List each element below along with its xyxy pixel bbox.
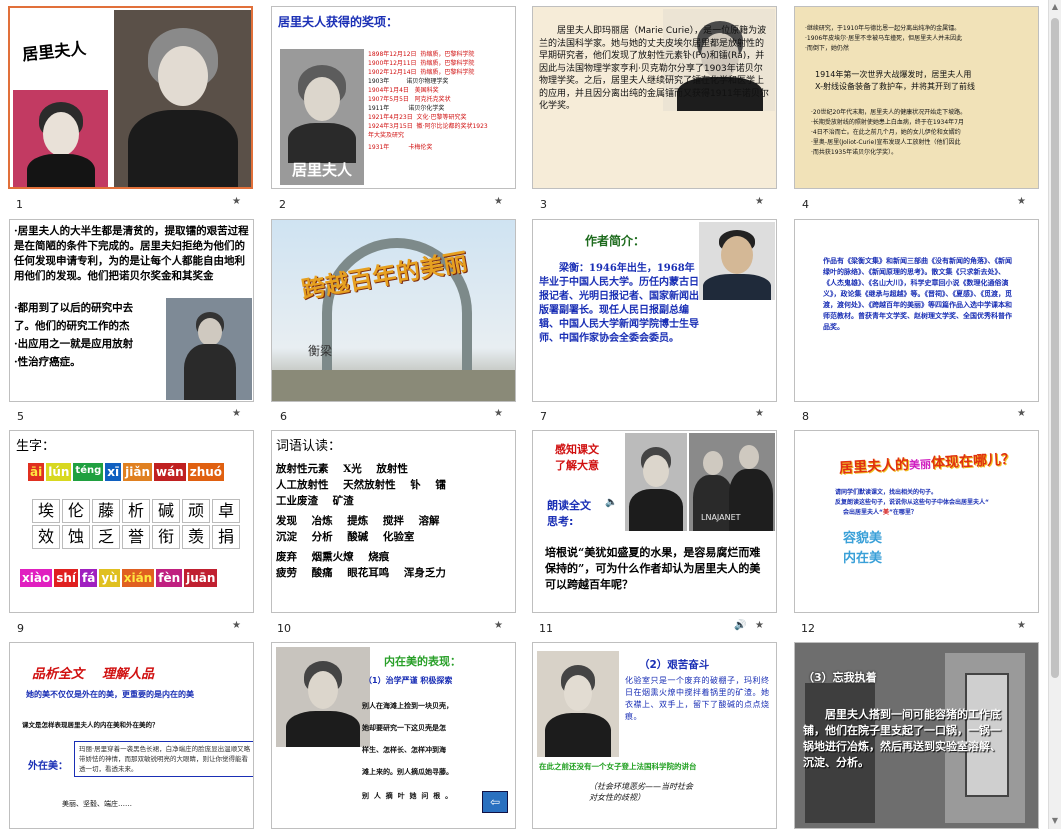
star-icon[interactable]: ★ [494, 620, 503, 631]
slide-title: 内在美的表现： [384, 655, 461, 668]
portrait-photo [114, 10, 251, 187]
slide-number: 4 [802, 198, 809, 211]
slide-title: 品析全文 理解人品 [32, 667, 155, 682]
family-photo: LNAJANET [689, 433, 775, 531]
slide-thumbnail-11[interactable]: 感知课文 了解大意 朗读全文 🔈 思考: LNAJANET 培根说“美犹如盛夏的… [532, 430, 777, 613]
slide-body-text: ·居里夫人的大半生都是清贫的，提取镭的艰苦过程是在简陋的条件下完成的。居里夫妇拒… [14, 225, 249, 282]
star-icon[interactable]: ★ [494, 408, 503, 419]
slide-number: 11 [539, 622, 553, 635]
author-photo [699, 222, 775, 300]
lab-photo [166, 298, 252, 400]
slide-number: 3 [540, 198, 547, 211]
star-icon[interactable]: ★ [232, 408, 241, 419]
star-icon[interactable]: ★ [755, 196, 764, 207]
star-icon[interactable]: ★ [1017, 196, 1026, 207]
vertical-scrollbar[interactable]: ▲ ▼ [1048, 0, 1061, 829]
slide-title: 生字： [16, 439, 56, 454]
star-icon[interactable]: ★ [232, 620, 241, 631]
inner-beauty-label: 内在美 [843, 551, 883, 566]
young-portrait-photo [13, 90, 108, 187]
slide-title: 居里夫人的美丽体现在哪儿？ [838, 451, 1016, 477]
slide-thumbnail-8[interactable]: 作品有《梁衡文集》和新闻三部曲《没有新闻的角落》、《新闻绿叶的脉络》、《新闻原理… [794, 219, 1039, 402]
scrollbar-thumb[interactable] [1051, 18, 1059, 678]
speaker-icon[interactable]: 🔈 [605, 497, 617, 508]
slide-title: （3）忘我执着 [803, 671, 877, 684]
slide-title: 居里夫人获得的奖项： [278, 15, 399, 29]
scroll-down-icon[interactable]: ▼ [1051, 816, 1059, 826]
slide-heading: 作者简介： [585, 234, 646, 248]
character-row-1: 埃 伦 藤 析 碱 顽 卓 [32, 499, 242, 523]
pinyin-row-top: āi lún téng xī jiǎn wán zhuó [28, 463, 225, 481]
slide-thumbnail-15[interactable]: （2）艰苦奋斗 化验室只是一个废弃的破棚子，玛利终日在烟熏火燎中搅拌着锅里的矿渣… [532, 642, 777, 829]
slide-number: 1 [16, 198, 23, 211]
arch-photo [272, 220, 515, 401]
slide-number: 7 [540, 410, 547, 423]
slide-number: 5 [17, 410, 24, 423]
star-icon[interactable]: ★ [494, 196, 503, 207]
slide-thumbnail-1[interactable]: 居里夫人 [8, 6, 253, 189]
character-row-2: 效 蚀 乏 誉 衔 羡 捐 [32, 525, 242, 549]
star-icon[interactable]: ★ [232, 196, 241, 207]
slide-number: 6 [280, 410, 287, 423]
star-icon[interactable]: ★ [1017, 620, 1026, 631]
return-icon[interactable]: ⇦ [482, 791, 508, 813]
slide-number: 10 [277, 622, 291, 635]
question-text: 培根说“美犹如盛夏的水果，是容易腐烂而难保持的”，可为什么作者却认为居里夫人的美… [545, 546, 761, 591]
slide-thumbnail-5[interactable]: ·居里夫人的大半生都是清贫的，提取镭的艰苦过程是在简陋的条件下完成的。居里夫妇拒… [9, 219, 254, 402]
author-name: 衡梁 [308, 344, 333, 358]
slide-number: 12 [801, 622, 815, 635]
portrait-photo [625, 433, 687, 531]
slide-thumbnail-9[interactable]: 生字： āi lún téng xī jiǎn wán zhuó 埃 伦 藤 析… [9, 430, 254, 613]
star-icon[interactable]: ★ [755, 408, 764, 419]
book-title: 居里夫人 [292, 161, 353, 179]
slide-thumbnail-10[interactable]: 词语认读： 放射性元素 X光 放射性 人工放射性 天然放射性 钋 镭 工业废渣 … [271, 430, 516, 613]
slide-thumbnail-7[interactable]: 作者简介： 梁衡：1946年出生，1968年毕业于中国人民大学。历任内蒙古日报记… [532, 219, 777, 402]
slide-thumbnail-13[interactable]: 品析全文 理解人品 她的美不仅仅是外在的美，更重要的是内在的美 课文是怎样表现居… [9, 642, 254, 829]
slide-body-text: 作品有《梁衡文集》和新闻三部曲《没有新闻的角落》、《新闻绿叶的脉络》、《新闻原理… [823, 257, 1012, 331]
slide-thumbnail-6[interactable]: 跨越百年的美丽 衡梁 [271, 219, 516, 402]
slide-thumbnail-3[interactable]: 居里夫人即玛丽居（Marie Curie），是一位原籍为波兰的法国科学家。她与她… [532, 6, 777, 189]
slide-thumbnail-12[interactable]: 居里夫人的美丽体现在哪儿？ 请同学们默读课文，找出相关的句子。 反复朗读这些句子… [794, 430, 1039, 613]
star-icon[interactable]: ★ [755, 620, 764, 631]
portrait-photo [537, 651, 619, 757]
slide-sorter-pane: 居里夫人 1 ★ 居里夫人获得的奖项： 居里夫人 1898年12月12日 热缩质… [0, 0, 1061, 829]
outer-beauty-label: 容貌美 [843, 531, 883, 546]
slide-title: （2）艰苦奋斗 [639, 659, 710, 671]
watermark: LNAJANET [701, 513, 741, 522]
slide-thumbnail-14[interactable]: 内在美的表现： （1）治学严谨 积极探索 别人在海滩上捡到一块贝壳， 她却要研究… [271, 642, 516, 829]
slide-body-text: 梁衡：1946年出生，1968年毕业于中国人民大学。历任内蒙古日报记者、光明日报… [539, 263, 699, 344]
slide-thumbnail-16[interactable]: （3）忘我执着 居里夫人搭到一间可能容猪的工作底铺，他们在院子里支起了一口锅，一… [794, 642, 1039, 829]
pinyin-row-bottom: xiào shí fá yù xián fèn juān [20, 569, 218, 587]
slide-number: 8 [802, 410, 809, 423]
slide-number: 9 [17, 622, 24, 635]
scroll-up-icon[interactable]: ▲ [1051, 2, 1059, 12]
book-cover: 居里夫人 [280, 49, 364, 185]
slide-title: 居里夫人 [21, 38, 87, 65]
slide-number: 2 [279, 198, 286, 211]
slide-title: 词语认读： [276, 439, 342, 454]
slide-thumbnail-2[interactable]: 居里夫人获得的奖项： 居里夫人 1898年12月12日 热缩质，巴黎科学院 19… [271, 6, 516, 189]
slide-thumbnail-4[interactable]: ·继续研究，于1910年与德比恩一起分离出纯净的金属镭。 ·1906年皮埃尔·居… [794, 6, 1039, 189]
speaker-icon[interactable]: 🔊 [734, 620, 746, 631]
portrait-photo [276, 647, 370, 747]
star-icon[interactable]: ★ [1017, 408, 1026, 419]
slide-body-text: 居里夫人即玛丽居（Marie Curie），是一位原籍为波兰的法国科学家。她与她… [539, 26, 769, 111]
